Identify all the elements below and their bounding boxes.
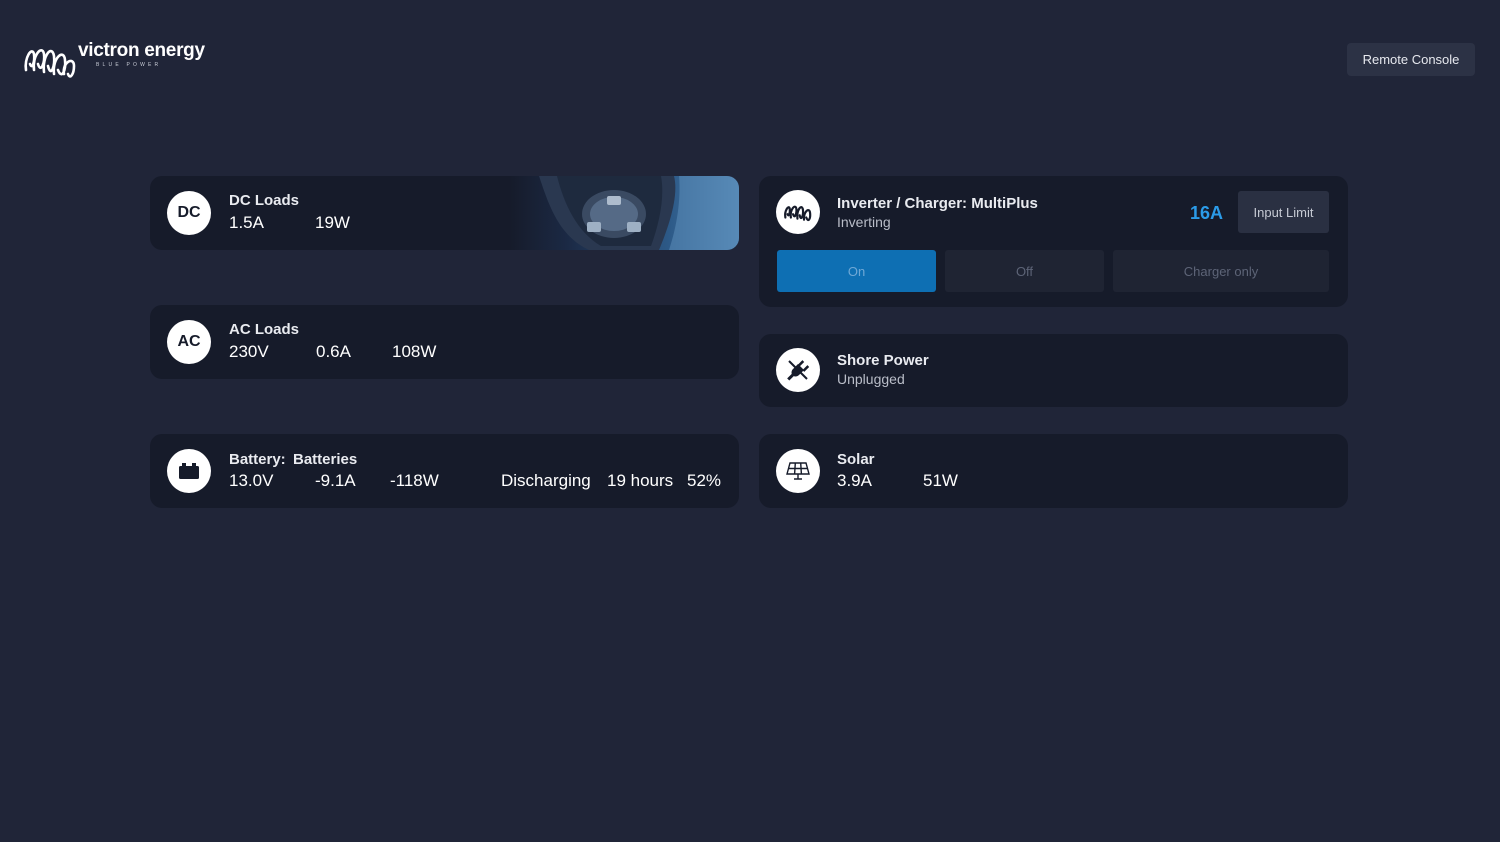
battery-title-prefix: Battery: — [229, 451, 286, 468]
battery-time-remaining: 19 hours — [607, 471, 674, 490]
ac-loads-voltage: 230V — [229, 342, 269, 361]
plug-icon — [776, 348, 820, 392]
shore-power-card[interactable]: Shore Power Unplugged — [759, 334, 1348, 407]
input-limit-button[interactable]: Input Limit — [1238, 191, 1329, 233]
shore-power-title: Shore Power — [837, 352, 929, 369]
inverter-status: Inverting — [837, 214, 891, 230]
dc-loads-power: 19W — [315, 213, 350, 232]
app-root: victron energy BLUE POWER Remote Console — [0, 0, 1500, 842]
solar-card[interactable]: Solar 3.9A 51W — [759, 434, 1348, 508]
victron-logo-icon — [24, 49, 76, 78]
brand-name: victron energy — [78, 40, 205, 61]
dc-loads-current: 1.5A — [229, 213, 264, 232]
battery-icon — [167, 449, 211, 493]
solar-panel-icon — [776, 449, 820, 493]
ac-loads-title: AC Loads — [229, 321, 300, 338]
battery-title-name: Batteries — [293, 451, 358, 468]
solar-current: 3.9A — [837, 471, 872, 490]
ac-icon: AC — [167, 320, 211, 364]
ac-loads-power: 108W — [392, 342, 437, 361]
dc-loads-title: DC Loads — [229, 192, 300, 209]
battery-soc: 52% — [687, 471, 722, 490]
boat-photo — [509, 176, 739, 250]
dc-loads-card[interactable]: DC DC Loads 1.5A 19W — [150, 176, 739, 250]
solar-power: 51W — [923, 471, 958, 490]
mode-on-button[interactable]: On — [777, 250, 936, 292]
inverter-card: Inverter / Charger: MultiPlus Inverting … — [759, 176, 1348, 307]
battery-current: -9.1A — [315, 471, 356, 490]
brand-tagline: BLUE POWER — [96, 62, 162, 68]
inverter-title: Inverter / Charger: MultiPlus — [837, 195, 1038, 212]
input-limit-value: 16A — [1190, 203, 1224, 223]
battery-voltage: 13.0V — [229, 471, 274, 490]
mode-charger-only-button[interactable]: Charger only — [1113, 250, 1329, 292]
multiplus-icon — [776, 190, 820, 234]
ac-loads-current: 0.6A — [316, 342, 351, 361]
battery-card[interactable]: Battery: Batteries 13.0V -9.1A -118W Dis… — [150, 434, 739, 508]
mode-off-button[interactable]: Off — [945, 250, 1104, 292]
solar-title: Solar — [837, 451, 875, 468]
remote-console-button[interactable]: Remote Console — [1347, 43, 1475, 76]
battery-state: Discharging — [501, 471, 591, 490]
dc-icon: DC — [167, 191, 211, 235]
brand-logo: victron energy BLUE POWER — [22, 40, 205, 80]
ac-loads-card[interactable]: AC AC Loads 230V 0.6A 108W — [150, 305, 739, 379]
battery-power: -118W — [390, 471, 439, 490]
shore-power-status: Unplugged — [837, 371, 905, 387]
